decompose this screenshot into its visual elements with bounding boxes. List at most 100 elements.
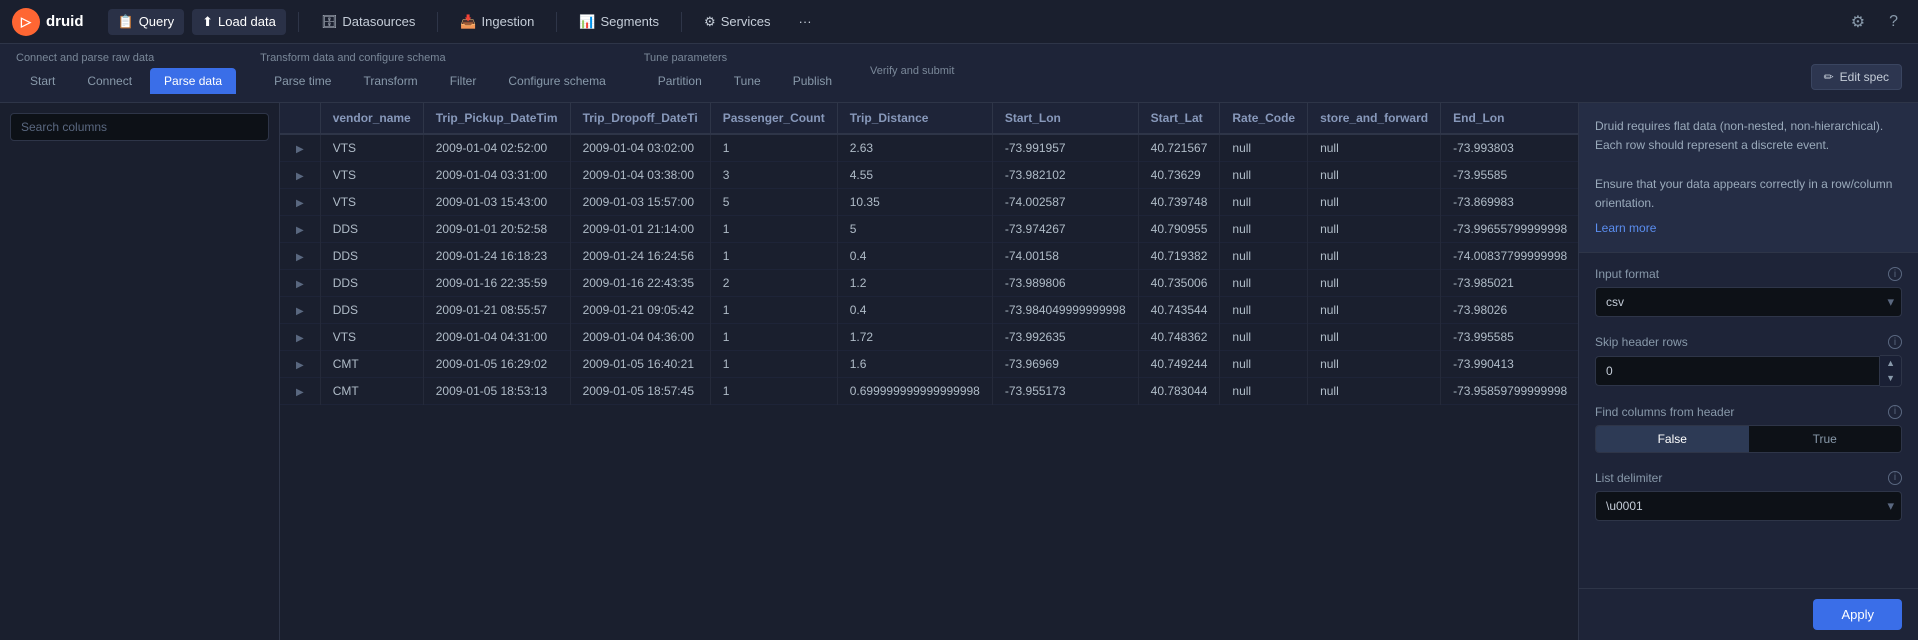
cell-start-lat: 40.719382 [1138,243,1220,270]
form-label-skip-header: Skip header rows i [1595,335,1902,349]
cell-end-lon: -73.98026 [1441,297,1578,324]
info-box-text: Druid requires flat data (non-nested, no… [1595,117,1902,213]
form-row-find-columns: Find columns from header i False True [1595,405,1902,453]
table-row: ▶ VTS 2009-01-04 02:52:00 2009-01-04 03:… [280,134,1578,162]
cell-trip-distance: 1.72 [837,324,992,351]
learn-more-link[interactable]: Learn more [1595,221,1656,235]
cell-trip-dropoff: 2009-01-24 16:24:56 [570,243,710,270]
wizard-group-label-verify: Verify and submit [870,65,954,77]
settings-button[interactable]: ⚙ [1843,8,1873,36]
right-form: Input format i csv json tsv parquet Skip… [1579,253,1918,588]
nav-item-ingestion[interactable]: 📥 Ingestion [450,9,544,35]
cell-vendor-name: DDS [320,216,423,243]
cell-rate-code: null [1220,351,1308,378]
row-expand-btn[interactable]: ▶ [292,333,308,344]
skip-header-increment[interactable]: ▲ [1880,356,1901,371]
nav-label-segments: Segments [600,14,659,29]
apply-button[interactable]: Apply [1813,599,1902,630]
table-row: ▶ CMT 2009-01-05 18:53:13 2009-01-05 18:… [280,378,1578,405]
cell-rate-code: null [1220,324,1308,351]
left-panel [0,103,280,640]
cell-passenger-count: 2 [710,270,837,297]
edit-spec-button[interactable]: ✏ Edit spec [1811,64,1902,90]
row-expand-btn[interactable]: ▶ [292,387,308,398]
tab-parse-data[interactable]: Parse data [150,68,236,94]
cell-start-lat: 40.783044 [1138,378,1220,405]
row-expand-btn[interactable]: ▶ [292,360,308,371]
find-columns-info-icon[interactable]: i [1888,405,1902,419]
row-expand-btn[interactable]: ▶ [292,306,308,317]
row-expand-btn[interactable]: ▶ [292,144,308,155]
tab-connect[interactable]: Connect [73,68,146,94]
cell-trip-distance: 1.6 [837,351,992,378]
cell-trip-distance: 2.63 [837,134,992,162]
tab-publish[interactable]: Publish [779,68,846,94]
cell-trip-dropoff: 2009-01-21 09:05:42 [570,297,710,324]
skip-header-decrement[interactable]: ▼ [1880,371,1901,386]
nav-divider-1 [298,12,299,32]
cell-end-lon: -74.00837799999998 [1441,243,1578,270]
find-columns-false-btn[interactable]: False [1596,426,1749,452]
cell-rate-code: null [1220,378,1308,405]
tab-filter[interactable]: Filter [436,68,491,94]
table-row: ▶ CMT 2009-01-05 16:29:02 2009-01-05 16:… [280,351,1578,378]
input-format-info-icon[interactable]: i [1888,267,1902,281]
skip-header-input[interactable] [1595,356,1880,386]
nav-item-services[interactable]: ⚙ Services [694,9,781,35]
row-expand-btn[interactable]: ▶ [292,279,308,290]
col-trip-pickup: Trip_Pickup_DateTim [423,103,570,134]
cell-rate-code: null [1220,243,1308,270]
cell-start-lon: -73.991957 [992,134,1138,162]
tab-start[interactable]: Start [16,68,69,94]
tab-transform[interactable]: Transform [349,68,431,94]
nav-label-load-data: Load data [218,14,276,29]
nav-item-segments[interactable]: 📊 Segments [569,9,669,35]
skip-header-spinner: ▲ ▼ [1880,355,1902,387]
row-expand-btn[interactable]: ▶ [292,198,308,209]
nav-label-services: Services [721,14,771,29]
cell-start-lat: 40.721567 [1138,134,1220,162]
skip-header-info-icon[interactable]: i [1888,335,1902,349]
cell-trip-dropoff: 2009-01-03 15:57:00 [570,189,710,216]
list-delimiter-info-icon[interactable]: i [1888,471,1902,485]
wizard-tabs-transform: Parse time Transform Filter Configure sc… [260,68,620,94]
cell-trip-pickup: 2009-01-03 15:43:00 [423,189,570,216]
cell-start-lon: -73.955173 [992,378,1138,405]
row-expand-btn[interactable]: ▶ [292,171,308,182]
cell-passenger-count: 1 [710,134,837,162]
tab-parse-time[interactable]: Parse time [260,68,345,94]
cell-passenger-count: 1 [710,216,837,243]
cell-vendor-name: DDS [320,297,423,324]
search-input[interactable] [10,113,269,141]
cell-store-forward: null [1308,162,1441,189]
table-row: ▶ VTS 2009-01-03 15:43:00 2009-01-03 15:… [280,189,1578,216]
cell-trip-dropoff: 2009-01-05 16:40:21 [570,351,710,378]
table-area[interactable]: vendor_name Trip_Pickup_DateTim Trip_Dro… [280,103,1578,640]
table-row: ▶ DDS 2009-01-01 20:52:58 2009-01-01 21:… [280,216,1578,243]
cell-trip-pickup: 2009-01-01 20:52:58 [423,216,570,243]
table-header-row: vendor_name Trip_Pickup_DateTim Trip_Dro… [280,103,1578,134]
main-content: vendor_name Trip_Pickup_DateTim Trip_Dro… [0,103,1918,640]
tab-partition[interactable]: Partition [644,68,716,94]
wizard-group-label-connect: Connect and parse raw data [16,52,236,64]
cell-vendor-name: DDS [320,270,423,297]
cell-start-lat: 40.790955 [1138,216,1220,243]
cell-trip-pickup: 2009-01-04 04:31:00 [423,324,570,351]
row-expand-btn[interactable]: ▶ [292,252,308,263]
help-button[interactable]: ? [1881,9,1906,35]
nav-item-datasources[interactable]: 🗄 Datasources [311,9,426,35]
nav-label-ingestion: Ingestion [482,14,535,29]
nav-item-more[interactable]: ··· [789,9,822,34]
input-format-select[interactable]: csv json tsv parquet [1595,287,1902,317]
logo-text: druid [46,13,84,30]
wizard-group-label-transform: Transform data and configure schema [260,52,620,64]
tab-configure-schema[interactable]: Configure schema [494,68,619,94]
find-columns-true-btn[interactable]: True [1749,426,1902,452]
nav-item-load-data[interactable]: ⬆ Load data [192,9,286,35]
cell-trip-dropoff: 2009-01-04 03:02:00 [570,134,710,162]
row-expand-btn[interactable]: ▶ [292,225,308,236]
table-row: ▶ DDS 2009-01-24 16:18:23 2009-01-24 16:… [280,243,1578,270]
list-delimiter-select[interactable]: \u0001 , | \t [1595,491,1902,521]
nav-item-query[interactable]: 📋 Query [108,9,185,35]
tab-tune[interactable]: Tune [720,68,775,94]
